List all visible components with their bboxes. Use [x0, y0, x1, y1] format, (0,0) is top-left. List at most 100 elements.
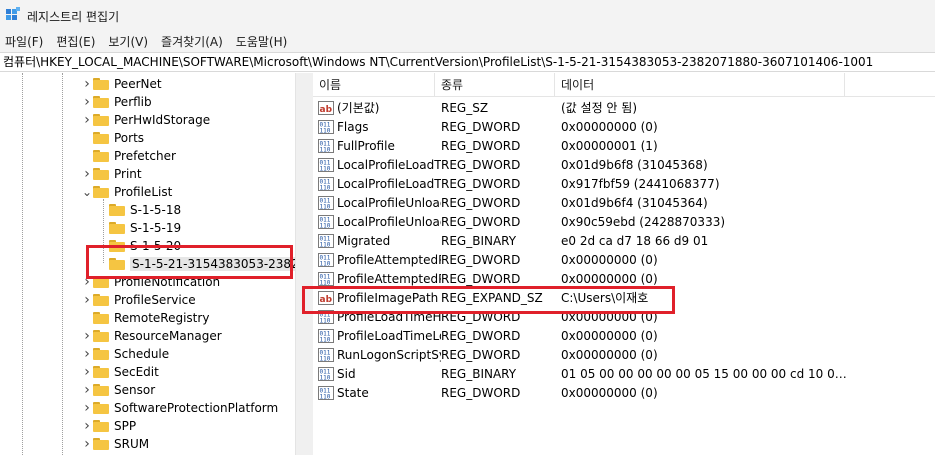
tree-item[interactable]: › ResourceManager: [81, 327, 221, 345]
value-row[interactable]: 011 110 Sid REG_BINARY 01 05 00 00 00 00 00 …: [313, 364, 935, 383]
tree-item[interactable]: › Schedule: [81, 345, 169, 363]
registry-editor-icon: [6, 7, 20, 20]
value-row[interactable]: 011 110 State REG_DWORD 0x00000000 (0): [313, 383, 935, 402]
binary-value-icon: 011 110: [318, 366, 334, 381]
value-row[interactable]: 011110RunLogonScriptSyncREG_DWORD 0x00000…: [313, 345, 935, 364]
tree-item[interactable]: › PeerNet: [81, 75, 162, 93]
chevron-right-icon[interactable]: ›: [81, 363, 93, 381]
tree-item[interactable]: › ProfileNotification: [81, 273, 220, 291]
value-row[interactable]: 011110ProfileAttemptedProfileDownloadTim…: [313, 250, 935, 269]
tree-item-label: SPP: [114, 419, 137, 433]
tree-item[interactable]: S-1-5-18: [97, 201, 181, 219]
tree-item[interactable]: › Perflib: [81, 93, 152, 111]
binary-value-icon: 011 110: [318, 271, 334, 286]
value-name-cell: 011110ProfileAttemptedProfileDownloadTim…: [313, 271, 441, 286]
value-name: Flags: [337, 119, 369, 134]
chevron-right-icon[interactable]: ›: [81, 273, 93, 291]
key-tree[interactable]: › PeerNet › Perflib › PerHwIdStorage Ports Pref…: [0, 73, 295, 455]
menu-favorites[interactable]: 즐겨찾기(A): [156, 32, 231, 52]
tree-item[interactable]: › PerHwIdStorage: [81, 111, 210, 129]
menu-file[interactable]: 파일(F): [0, 32, 51, 52]
value-row[interactable]: ab (기본값) REG_SZ (값 설정 안 됨): [313, 98, 935, 117]
tree-item[interactable]: › SoftwareProtectionPlatform: [81, 399, 278, 417]
chevron-right-icon[interactable]: ›: [81, 327, 93, 345]
tree-item-label: PerHwIdStorage: [114, 113, 211, 127]
column-header-name[interactable]: 이름: [313, 73, 435, 97]
column-header-type[interactable]: 종류: [435, 73, 555, 97]
column-header-data[interactable]: 데이터: [555, 73, 845, 97]
value-row[interactable]: 011110LocalProfileUnloadTimeLowREG_DWORD…: [313, 212, 935, 231]
value-row[interactable]: 011110ProfileAttemptedProfileDownloadTim…: [313, 269, 935, 288]
value-name: FullProfile: [337, 138, 395, 153]
tree-item[interactable]: › Sensor: [81, 381, 155, 399]
tree-item[interactable]: › ProfileService: [81, 291, 195, 309]
tree-item-label: RemoteRegistry: [114, 311, 210, 325]
svg-text:110: 110: [320, 146, 331, 153]
chevron-right-icon[interactable]: ›: [81, 417, 93, 435]
tree-item[interactable]: › SecEdit: [81, 363, 159, 381]
value-row[interactable]: 011 110 FullProfile REG_DWORD 0x00000001 (1): [313, 136, 935, 155]
tree-item[interactable]: S-1-5-21-3154383053-2382071880-360710140…: [97, 255, 295, 273]
value-type: REG_DWORD: [441, 271, 521, 286]
chevron-right-icon[interactable]: ›: [81, 435, 93, 453]
binary-value-icon: 011 110: [318, 233, 334, 248]
menu-edit[interactable]: 편집(E): [51, 32, 103, 52]
tree-item[interactable]: Prefetcher: [81, 147, 176, 165]
chevron-down-icon[interactable]: ⌄: [81, 183, 93, 201]
address-bar[interactable]: 컴퓨터\HKEY_LOCAL_MACHINE\SOFTWARE\Microsof…: [0, 52, 935, 72]
value-name: LocalProfileLoadTimeLow: [337, 176, 441, 191]
value-data: e0 2d ca d7 18 66 d9 01: [561, 233, 709, 248]
value-data: 01 05 00 00 00 00 00 05 15 00 00 00 cd 1…: [561, 366, 851, 381]
tree-item[interactable]: S-1-5-20: [97, 237, 181, 255]
value-name: RunLogonScriptSync: [337, 347, 441, 362]
tree-item-label: SoftwareProtectionPlatform: [114, 401, 279, 415]
binary-value-icon: 011 110: [318, 157, 334, 172]
value-row[interactable]: 011110ProfileLoadTimeLowREG_DWORD 0x00000…: [313, 326, 935, 345]
value-list[interactable]: 이름 종류 데이터 ab (기본값) REG_SZ (값 설정 안 됨) 011 110 F…: [313, 73, 935, 455]
value-row[interactable]: 011110LocalProfileLoadTimeHighREG_DWORD0…: [313, 155, 935, 174]
value-name-cell: 011 110 FullProfile: [313, 138, 441, 153]
chevron-right-icon[interactable]: ›: [81, 381, 93, 399]
value-name-cell: 011110ProfileLoadTimeLow: [313, 328, 441, 343]
tree-item[interactable]: › SPP: [81, 417, 136, 435]
chevron-right-icon[interactable]: ›: [81, 291, 93, 309]
menu-help[interactable]: 도움말(H): [231, 32, 296, 52]
chevron-right-icon[interactable]: ›: [81, 111, 93, 129]
value-name: LocalProfileUnloadTimeHigh: [337, 195, 441, 210]
tree-guide-line: [22, 73, 23, 455]
value-name-cell: 011 110 State: [313, 385, 441, 400]
value-name-cell: ab ProfileImagePath: [313, 290, 441, 305]
tree-item[interactable]: Ports: [81, 129, 144, 147]
folder-icon: [93, 150, 109, 162]
pane-splitter[interactable]: [295, 73, 313, 455]
tree-item-label: S-1-5-18: [130, 203, 182, 217]
chevron-right-icon[interactable]: ›: [81, 345, 93, 363]
chevron-right-icon[interactable]: ›: [81, 165, 93, 183]
binary-value-icon: 011 110: [318, 385, 334, 400]
svg-text:ab: ab: [320, 105, 333, 115]
value-row[interactable]: 011 110 Migrated REG_BINARY e0 2d ca d7 18 6…: [313, 231, 935, 250]
value-row[interactable]: 011110LocalProfileLoadTimeLowREG_DWORD 0x…: [313, 174, 935, 193]
folder-icon: [93, 438, 109, 450]
svg-text:110: 110: [320, 165, 331, 172]
value-row[interactable]: 011110ProfileLoadTimeHighREG_DWORD 0x0000…: [313, 307, 935, 326]
chevron-right-icon[interactable]: ›: [81, 75, 93, 93]
chevron-right-icon[interactable]: ›: [81, 93, 93, 111]
tree-item[interactable]: ⌄ ProfileList: [81, 183, 172, 201]
tree-item[interactable]: RemoteRegistry: [81, 309, 209, 327]
value-row[interactable]: 011110LocalProfileUnloadTimeHighREG_DWOR…: [313, 193, 935, 212]
value-row[interactable]: ab ProfileImagePath REG_EXPAND_SZ C:\Users\…: [313, 288, 935, 307]
tree-item[interactable]: › Print: [81, 165, 141, 183]
tree-item[interactable]: S-1-5-19: [97, 219, 181, 237]
value-name: Migrated: [337, 233, 391, 248]
tree-item-label: PeerNet: [114, 77, 162, 91]
tree-item-label: Perflib: [114, 95, 152, 109]
tree-item[interactable]: › SRUM: [81, 435, 149, 453]
tree-item-label: S-1-5-20: [130, 239, 182, 253]
value-type: REG_BINARY: [441, 366, 517, 381]
chevron-right-icon[interactable]: ›: [81, 399, 93, 417]
value-row[interactable]: 011 110 Flags REG_DWORD 0x00000000 (0): [313, 117, 935, 136]
menu-view[interactable]: 보기(V): [103, 32, 156, 52]
value-name: LocalProfileUnloadTimeLow: [337, 214, 441, 229]
